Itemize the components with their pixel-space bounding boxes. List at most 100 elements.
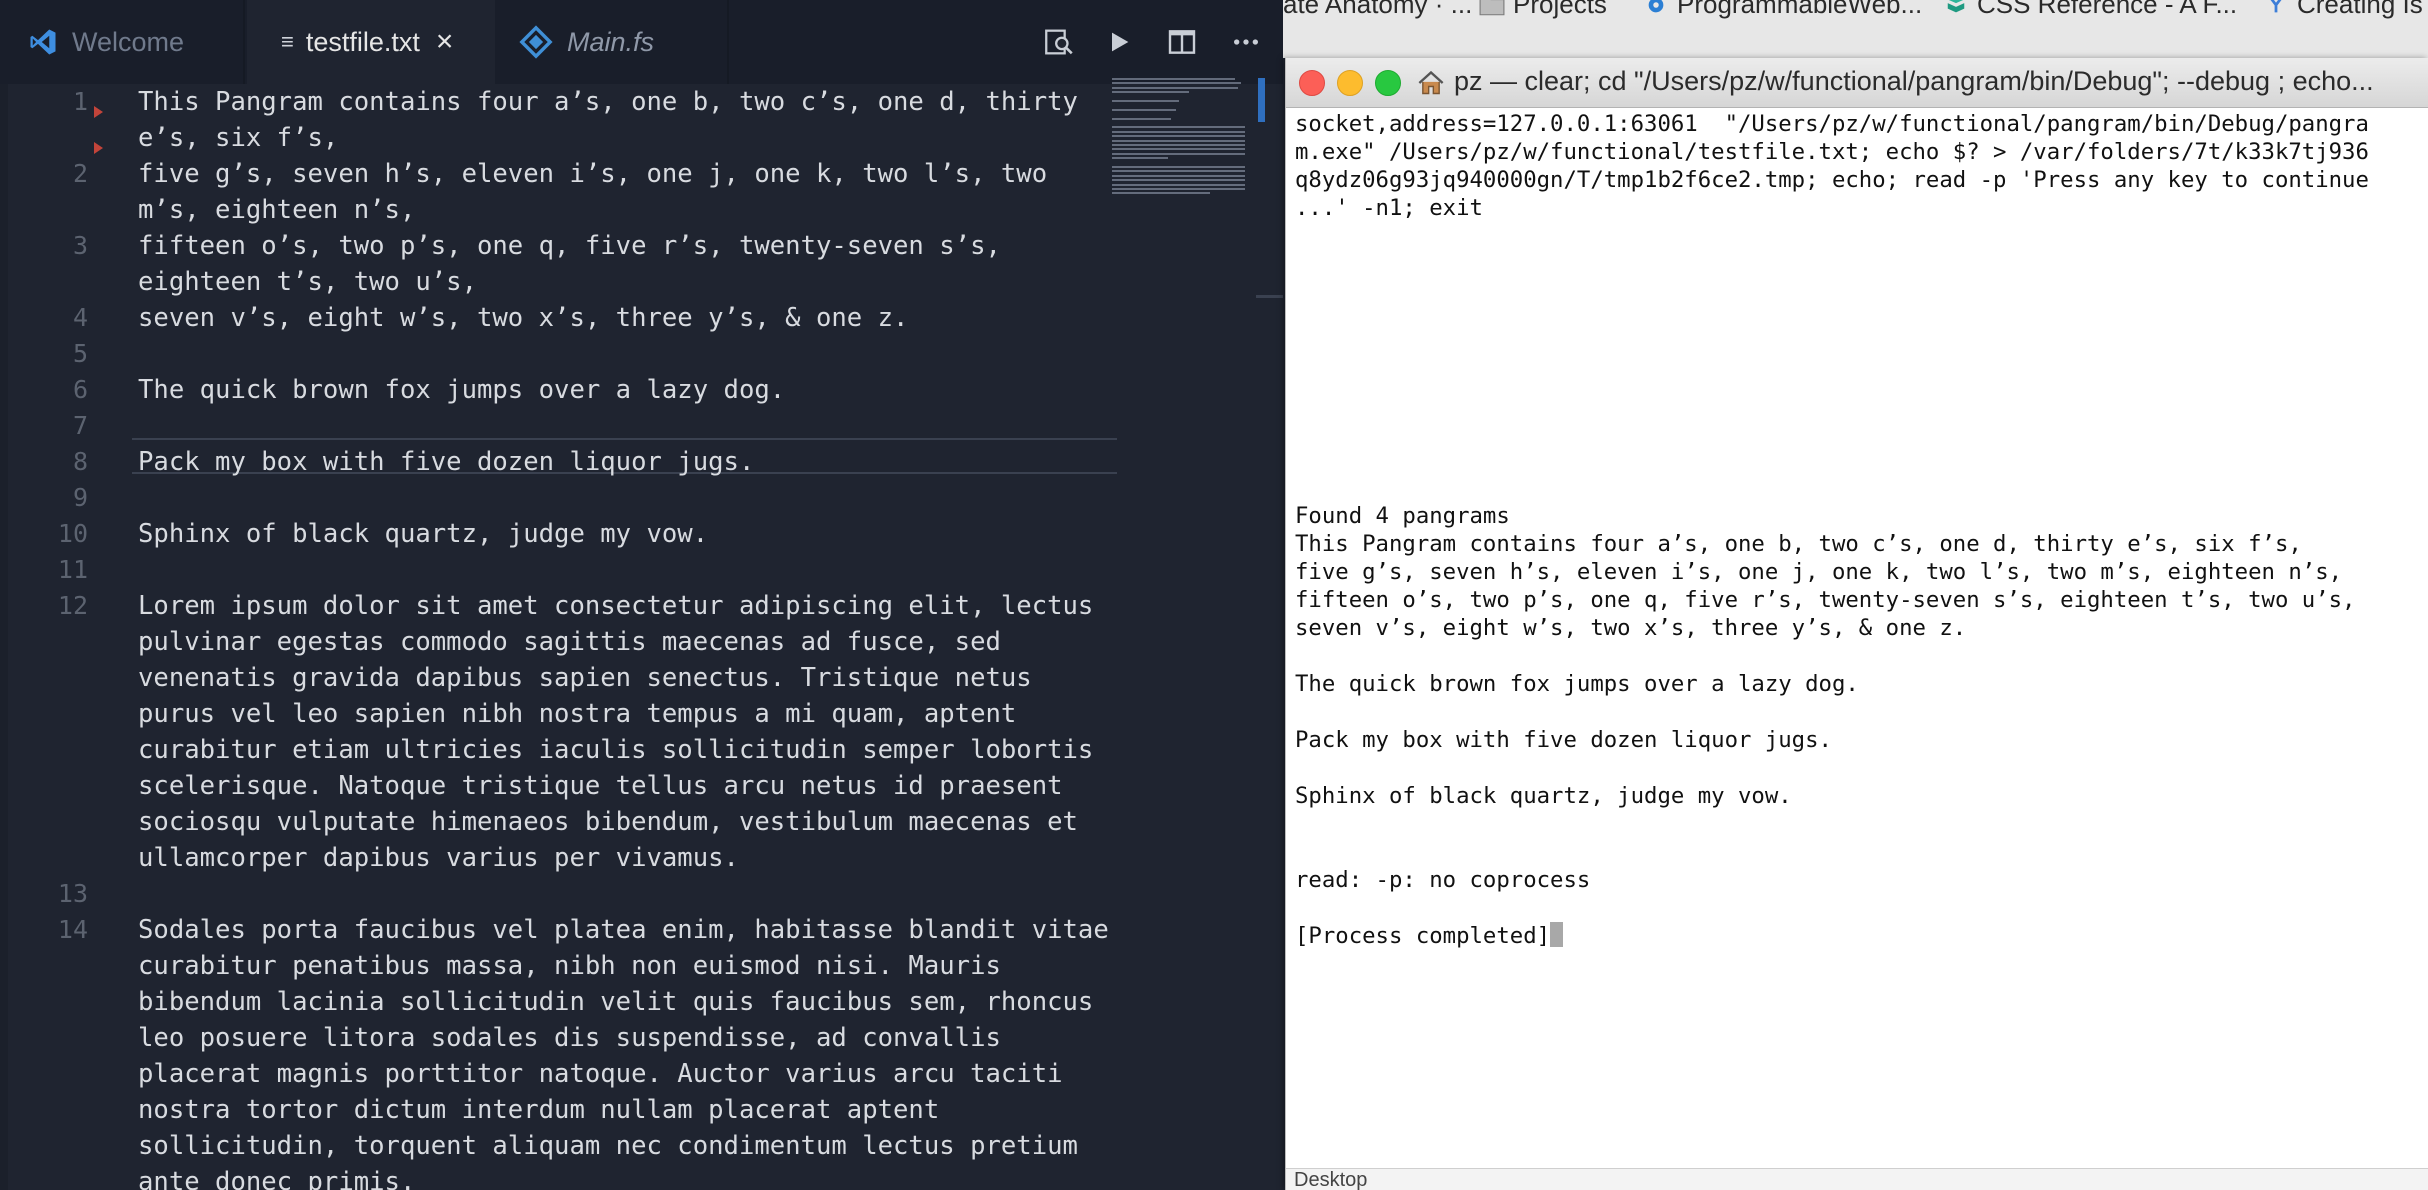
minimap-line — [1112, 188, 1245, 190]
run-button[interactable] — [1097, 20, 1141, 64]
minimap-line — [1112, 166, 1245, 168]
minimap-line — [1112, 139, 1245, 142]
more-actions-button[interactable] — [1224, 20, 1268, 64]
text-file-icon: ≡ — [281, 29, 294, 54]
fold-marker-icon[interactable] — [94, 142, 103, 154]
bookmark-label: CSS Reference - A F... — [1977, 0, 2238, 19]
code-line[interactable]: seven v’s, eight w’s, two x’s, three y’s… — [138, 300, 1118, 336]
terminal-line: fifteen o’s, two p’s, one q, five r’s, t… — [1295, 587, 2356, 613]
code-line[interactable]: The quick brown fox jumps over a lazy do… — [138, 372, 1118, 408]
tab-label: Main.fs — [567, 26, 655, 57]
open-preview-icon — [1045, 29, 1073, 55]
line-number: 11 — [57, 555, 88, 584]
bookmark-item[interactable]: CSS Reference - A F... — [1943, 0, 2237, 20]
tab-label: Welcome — [72, 26, 185, 57]
minimap-line — [1112, 126, 1245, 129]
bookmark-item[interactable]: ProgrammableWeb... — [1643, 0, 1922, 20]
close-icon[interactable]: × — [436, 27, 454, 57]
minimap-line — [1112, 91, 1189, 94]
finder-label: Desktop — [1294, 1169, 1368, 1190]
bookmark-label: Creating Is — [2297, 0, 2423, 19]
bookmark-label: ProgrammableWeb... — [1677, 0, 1923, 19]
terminal-line: ...' -n1; exit — [1295, 195, 1483, 221]
fold-marker-icon[interactable] — [94, 106, 103, 118]
tab-welcome[interactable]: Welcome — [0, 0, 245, 84]
minimap-line — [1112, 179, 1245, 182]
tab-label: testfile.txt — [305, 26, 420, 57]
line-number: 2 — [72, 159, 88, 188]
line-number: 10 — [57, 519, 88, 548]
minimap-line — [1112, 135, 1245, 138]
bookmark-label: Projects — [1513, 0, 1607, 19]
terminal-line: The quick brown fox jumps over a lazy do… — [1295, 671, 1859, 697]
minimap-line — [1112, 148, 1245, 151]
split-editor-icon — [1168, 30, 1196, 54]
minimap-line — [1112, 174, 1245, 177]
code-editor: Welcome ≡ testfile.txt × Main.fs 1 2 3 4… — [0, 0, 1283, 1190]
minimap-line — [1112, 108, 1177, 111]
terminal-line: Sphinx of black quartz, judge my vow. — [1295, 783, 1792, 809]
window-minimize-button[interactable] — [1337, 70, 1363, 96]
terminal-line: Pack my box with five dozen liquor jugs. — [1295, 727, 1832, 753]
vscode-logo-icon — [30, 29, 56, 55]
terminal-line: [Process completed] — [1295, 923, 1551, 949]
terminal-last-line: [Process completed] — [1295, 922, 1564, 950]
line-number: 7 — [72, 411, 88, 440]
minimap-line — [1112, 152, 1245, 155]
window-maximize-button[interactable] — [1375, 70, 1401, 96]
line-number: 12 — [57, 591, 88, 620]
open-preview-button[interactable] — [1037, 20, 1081, 64]
minimap-line — [1112, 157, 1168, 160]
more-actions-icon — [1234, 39, 1258, 45]
tool-icon — [2270, 0, 2282, 12]
line-number: 14 — [57, 915, 88, 944]
line-number: 3 — [72, 231, 88, 260]
minimap[interactable] — [1112, 78, 1252, 208]
window-close-button[interactable] — [1299, 70, 1325, 96]
css-icon — [1947, 0, 1965, 12]
code-line[interactable]: Sodales porta faucibus vel platea enim, … — [138, 912, 1118, 1190]
bookmark-item[interactable]: ate Anatomy · ... — [1283, 0, 1472, 20]
run-icon — [1112, 32, 1129, 52]
home-icon — [1418, 70, 1444, 95]
tab-testfile[interactable]: ≡ testfile.txt × — [247, 0, 495, 84]
minimap-line — [1112, 100, 1180, 102]
bookmark-label: ate Anatomy · ... — [1283, 0, 1473, 19]
minimap-line — [1112, 144, 1245, 146]
line-number: 5 — [72, 339, 88, 368]
terminal-window: pz — clear; cd "/Users/pz/w/functional/p… — [1285, 58, 2428, 1190]
code-line[interactable]: This Pangram contains four a’s, one b, t… — [138, 84, 1118, 156]
fsharp-file-icon — [519, 25, 553, 59]
scrollbar-thumb[interactable] — [1258, 78, 1265, 122]
tab-main-fs[interactable]: Main.fs — [497, 0, 729, 84]
minimap-line — [1112, 117, 1171, 120]
code-line[interactable]: Sphinx of black quartz, judge my vow. — [138, 516, 1118, 552]
bookmark-item[interactable]: Projects — [1479, 0, 1607, 20]
line-number: 1 — [72, 87, 88, 116]
line-number: 4 — [72, 303, 88, 332]
finder-window-behind: Desktop — [1286, 1168, 2428, 1190]
code-line[interactable]: five g’s, seven h’s, eleven i’s, one j, … — [138, 156, 1118, 228]
code-line[interactable]: Lorem ipsum dolor sit amet consectetur a… — [138, 588, 1118, 876]
terminal-cursor — [1550, 922, 1564, 947]
terminal-line: read: -p: no coprocess — [1295, 867, 1591, 893]
minimap-line — [1112, 82, 1241, 85]
browser-bookmarks-bar: ate Anatomy · ... Projects ProgrammableW… — [1283, 0, 2428, 58]
line-number: 6 — [72, 375, 88, 404]
editor-tab-bar: Welcome ≡ testfile.txt × Main.fs — [0, 0, 1283, 84]
minimap-line — [1112, 78, 1236, 80]
terminal-line: socket,address=127.0.0.1:63061 "/Users/p… — [1295, 111, 2369, 137]
split-editor-button[interactable] — [1160, 20, 1204, 64]
minimap-line — [1112, 130, 1245, 133]
code-line[interactable]: fifteen o’s, two p’s, one q, five r’s, t… — [138, 228, 1118, 300]
terminal-line: five g’s, seven h’s, eleven i’s, one j, … — [1295, 559, 2343, 585]
bookmark-item[interactable]: Creating Is — [2263, 0, 2423, 20]
minimap-line — [1112, 170, 1245, 173]
line-number: 8 — [72, 447, 88, 476]
terminal-title: pz — clear; cd "/Users/pz/w/functional/p… — [1454, 66, 2374, 96]
gear-icon — [1648, 0, 1664, 12]
terminal-titlebar[interactable]: pz — clear; cd "/Users/pz/w/functional/p… — [1286, 58, 2428, 108]
line-number: 13 — [57, 879, 88, 908]
line-number: 9 — [72, 483, 88, 512]
code-line[interactable]: Pack my box with five dozen liquor jugs. — [138, 444, 1118, 480]
